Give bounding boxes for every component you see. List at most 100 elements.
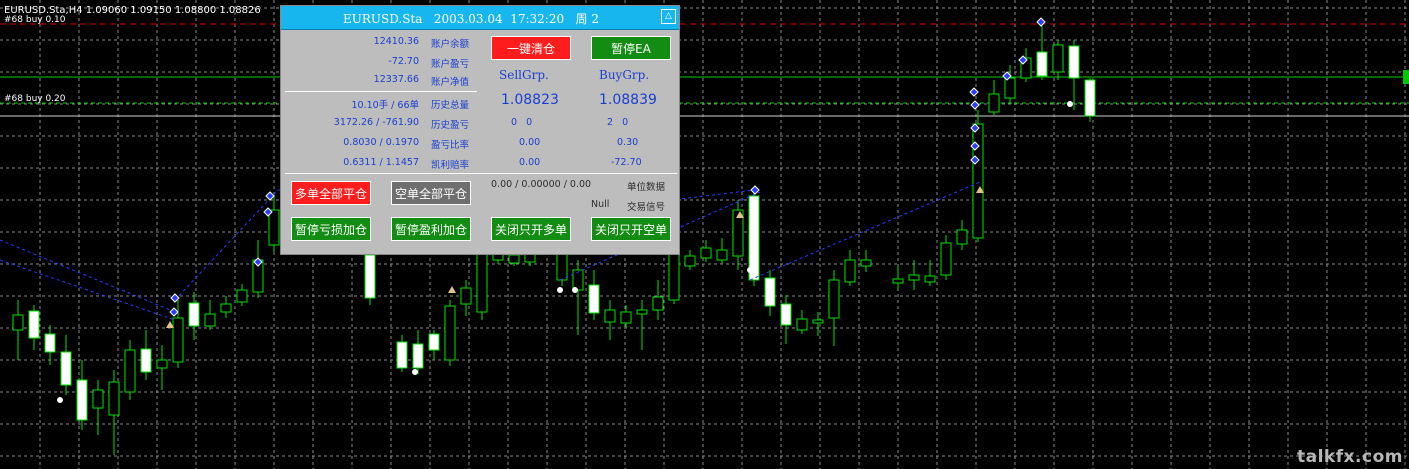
equity-value: 12337.66 [373,74,419,85]
sell-price: 1.08823 [501,92,559,108]
candle-body [796,318,808,331]
watermark: talkfx.com [1296,447,1403,467]
candle-body [844,259,856,283]
candle-body [124,349,136,393]
close-shorts-button[interactable]: 空单全部平仓 [391,181,471,205]
history-pnl-label: 历史盈亏 [431,120,470,131]
signal-value: Null [591,199,610,210]
candle-body [1052,44,1064,73]
candle-body [60,351,72,386]
candle-body [364,254,376,299]
candle-body [956,229,968,245]
close-marker [1067,101,1073,107]
trade-panel: EURUSD.Sta 2003.03.04 17:32:20 周 2 △ 124… [280,5,680,255]
candle-body [908,274,920,281]
buy-pnl: -72.70 [611,157,642,168]
candle-body [828,279,840,319]
candle-body [236,289,248,303]
candle-body [780,303,792,326]
divider-1 [285,91,477,92]
candle-body [972,123,984,239]
candle-body [172,317,184,363]
pause-profit-add-button[interactable]: 暂停盈利加仓 [391,217,471,241]
winloss-ratio-label: 盈亏比率 [431,140,470,151]
balance-label: 账户余额 [431,39,470,50]
history-volume-label: 历史总量 [431,100,470,111]
sell-pnl: 0.00 [519,157,541,168]
equity-label: 账户净值 [431,77,470,88]
close-marker [57,397,63,403]
candle-body [924,275,936,283]
candle-body [508,254,520,264]
candle-body [76,379,88,421]
candle-body [940,242,952,276]
candle-body [620,311,632,324]
candle-body [652,296,664,311]
candle-body [108,381,120,416]
pnl-label: 账户盈亏 [431,59,470,70]
signal-label: 交易信号 [627,202,666,213]
candle-body [444,305,456,361]
candle-body [396,341,408,369]
sell-ratio: 0.00 [519,137,541,148]
candle-body [204,313,216,327]
candle-body [476,252,488,313]
candle-body [892,278,904,284]
order-label-2: #68 buy 0.20 [4,94,66,104]
candle-body [188,302,200,327]
candle-body [988,93,1000,113]
candle-body [700,247,712,259]
candle-body [1068,45,1080,79]
candle-body [220,303,232,313]
pause-ea-button[interactable]: 暂停EA [591,36,671,60]
close-marker [572,287,578,293]
history-volume-value: 10.10手 / 66单 [351,100,419,111]
close-marker [557,287,563,293]
long-only-off-button[interactable]: 关闭只开多单 [491,217,571,241]
candle-body [604,309,616,323]
candle-body [140,348,152,373]
balance-value: 12410.36 [373,36,419,47]
trade-marker [169,307,179,317]
buy-group-header: BuyGrp. [599,68,650,82]
candle-body [460,287,472,305]
candle-body [812,319,824,324]
candle-body [764,277,776,307]
close-marker [412,369,418,375]
price-tag [1403,70,1409,84]
candle-body [716,249,728,261]
close-longs-button[interactable]: 多单全部平仓 [291,181,371,205]
divider-2 [285,173,677,174]
panel-title: EURUSD.Sta 2003.03.04 17:32:20 周 2 [342,12,599,26]
candle-body [1004,77,1016,99]
buy-ratio: 0.30 [617,137,639,148]
candle-body [28,310,40,339]
sell-group-header: SellGrp. [499,68,549,82]
trade-marker [970,100,980,110]
candle-body [860,259,872,267]
short-only-off-button[interactable]: 关闭只开空单 [591,217,671,241]
close-all-button[interactable]: 一键清仓 [491,36,571,60]
panel-titlebar[interactable]: EURUSD.Sta 2003.03.04 17:32:20 周 2 △ [281,6,679,30]
price-chart [0,0,1409,469]
collapse-icon[interactable]: △ [661,9,676,24]
arrow-marker [448,286,456,293]
candle-body [572,269,584,291]
candle-body [412,343,424,369]
trade-marker [969,87,979,97]
candle-body [12,314,24,331]
pause-loss-add-button[interactable]: 暂停亏损加仓 [291,217,371,241]
candle-body [636,309,648,315]
winloss-ratio-value: 0.8030 / 0.1970 [343,137,419,148]
candle-body [156,359,168,369]
candle-body [684,255,696,267]
candle-body [268,209,280,246]
sell-counts: 0 0 [511,117,533,128]
candle-body [524,253,536,263]
candle-body [668,252,680,301]
trade-marker [265,191,275,201]
close-marker [747,267,753,273]
candle-body [1084,79,1096,117]
trend-line [0,239,176,313]
buy-price: 1.08839 [599,92,657,108]
